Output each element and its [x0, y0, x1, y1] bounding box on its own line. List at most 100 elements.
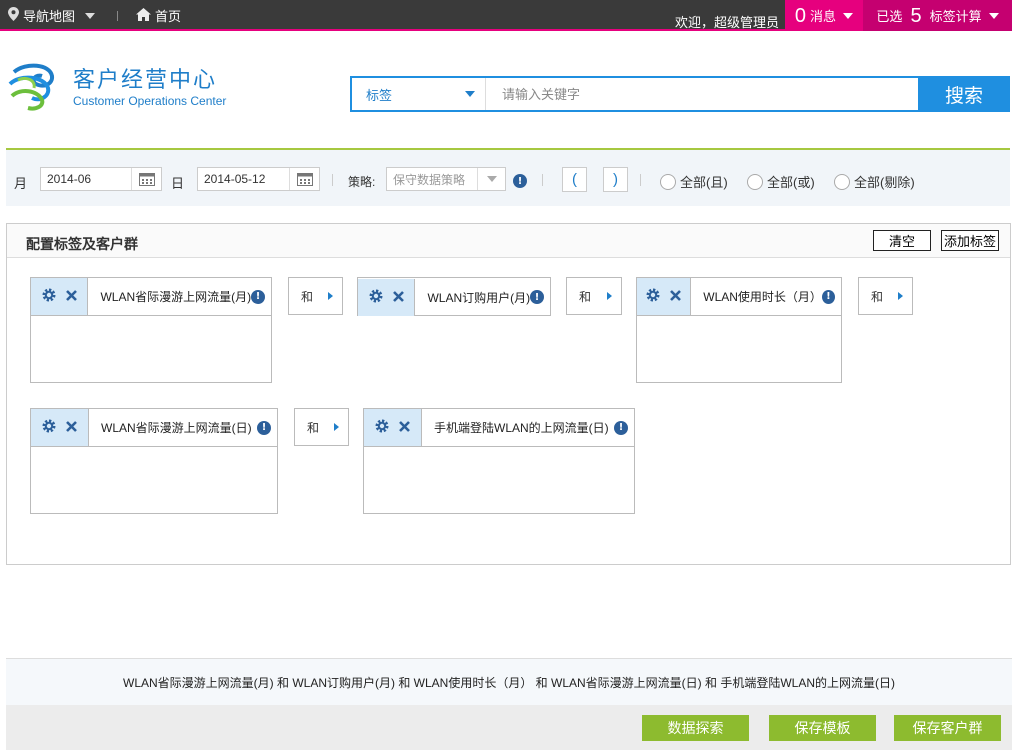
chevron-right-icon: [607, 292, 612, 300]
warning-icon[interactable]: !: [513, 174, 527, 188]
tag-calc-button[interactable]: 已选 5 标签计算: [863, 0, 1012, 31]
tag-label: WLAN省际漫游上网流量(日): [101, 421, 252, 435]
divider: [332, 174, 333, 186]
search-type-label: 标签: [366, 87, 393, 103]
selected-prefix: 已选: [876, 9, 903, 24]
calendar-icon[interactable]: [289, 168, 319, 190]
home-icon: [136, 7, 152, 24]
connector-select[interactable]: 和: [858, 277, 913, 315]
warning-icon[interactable]: !: [821, 289, 835, 304]
gear-icon[interactable]: [375, 419, 389, 436]
selected-count: 5: [910, 4, 922, 27]
save-customer-group-button[interactable]: 保存客户群: [894, 715, 1001, 741]
radio-label: 全部(或): [767, 175, 815, 190]
radio-label: 全部(且): [680, 175, 728, 190]
strategy-placeholder: 保守数据策略: [393, 172, 466, 187]
nav-map-menu[interactable]: 导航地图: [8, 6, 96, 25]
divider: [542, 174, 543, 186]
search-bar: 标签 搜索: [350, 76, 1010, 112]
footer-actions: 数据探索 保存模板 保存客户群: [6, 705, 1012, 750]
messages-label: 消息: [810, 9, 837, 24]
home-link[interactable]: 首页: [136, 6, 181, 25]
chevron-down-icon: [988, 12, 999, 19]
footer: WLAN省际漫游上网流量(月) 和 WLAN订购用户(月) 和 WLAN使用时长…: [6, 658, 1012, 750]
brand-logo: [6, 58, 60, 115]
connector-select[interactable]: 和: [294, 408, 349, 446]
radio-circle[interactable]: [747, 173, 763, 190]
strategy-select[interactable]: 保守数据策略: [386, 167, 506, 191]
radio-all-exclude[interactable]: 全部(剔除): [834, 172, 915, 191]
warning-icon[interactable]: !: [530, 290, 544, 304]
radio-all-and[interactable]: 全部(且): [660, 172, 728, 191]
tag-tools: [31, 409, 89, 446]
chevron-right-icon: [898, 292, 903, 300]
tag-tools: [31, 278, 89, 315]
warning-icon[interactable]: !: [257, 420, 271, 435]
tag-card[interactable]: WLAN订购用户(月) !: [357, 277, 551, 316]
tag-card[interactable]: WLAN省际漫游上网流量(月) !: [30, 277, 272, 383]
month-label: 月: [14, 176, 28, 191]
day-value: 2014-05-12: [204, 172, 266, 186]
chevron-down-icon: [477, 168, 505, 190]
month-picker[interactable]: 2014-06: [40, 167, 162, 191]
close-icon[interactable]: [65, 289, 77, 304]
divider: [640, 174, 641, 186]
warning-icon[interactable]: !: [251, 289, 265, 304]
tag-label: WLAN订购用户(月): [427, 290, 531, 305]
gear-icon[interactable]: [646, 288, 660, 305]
connector-label: 和: [871, 289, 884, 304]
panel-header: 配置标签及客户群 清空 添加标签: [7, 224, 1010, 258]
tag-card[interactable]: 手机端登陆WLAN的上网流量(日) !: [363, 408, 635, 514]
search-button[interactable]: 搜索: [918, 76, 1010, 112]
close-icon[interactable]: [392, 290, 404, 305]
tag-card[interactable]: WLAN使用时长（月） !: [636, 277, 842, 383]
panel-title: 配置标签及客户群: [26, 236, 138, 252]
tag-tools: [364, 409, 422, 446]
chevron-down-icon: [843, 12, 854, 19]
data-explore-button[interactable]: 数据探索: [642, 715, 749, 741]
location-pin-icon: [8, 7, 19, 24]
chevron-down-icon: [85, 12, 96, 19]
tag-tools: [637, 278, 692, 315]
close-icon[interactable]: [670, 289, 682, 304]
open-paren-button[interactable]: (: [562, 167, 587, 192]
tag-card-header: WLAN订购用户(月) !: [358, 278, 550, 316]
welcome-text: 欢迎，超级管理员: [675, 15, 780, 30]
clear-button[interactable]: 清空: [873, 230, 931, 251]
gear-icon[interactable]: [42, 288, 56, 305]
gear-icon[interactable]: [369, 289, 383, 306]
warning-icon[interactable]: !: [614, 420, 628, 435]
tag-card[interactable]: WLAN省际漫游上网流量(日) !: [30, 408, 278, 514]
tag-tools: [358, 278, 416, 316]
tag-label: WLAN省际漫游上网流量(月): [100, 290, 252, 304]
radio-label: 全部(剔除): [854, 175, 915, 190]
calendar-icon[interactable]: [131, 168, 161, 190]
tag-card-header: WLAN使用时长（月） !: [637, 278, 841, 316]
search-input[interactable]: [486, 78, 918, 110]
save-template-button[interactable]: 保存模板: [769, 715, 876, 741]
add-tag-button[interactable]: 添加标签: [941, 230, 999, 251]
chevron-down-icon: [465, 91, 475, 97]
search-type-select[interactable]: 标签: [352, 78, 486, 110]
close-icon[interactable]: [399, 420, 410, 435]
strategy-label: 策略:: [348, 175, 376, 189]
message-count: 0: [794, 4, 807, 27]
month-value: 2014-06: [47, 172, 92, 186]
connector-select[interactable]: 和: [288, 277, 343, 315]
close-paren-button[interactable]: ): [603, 167, 628, 192]
messages-button[interactable]: 0 消息: [785, 0, 863, 31]
tag-card-header: WLAN省际漫游上网流量(日) !: [31, 409, 277, 447]
brand-subtitle: Customer Operations Center: [73, 94, 227, 108]
radio-circle[interactable]: [834, 173, 850, 190]
day-picker[interactable]: 2014-05-12: [197, 167, 320, 191]
connector-label: 和: [307, 420, 320, 435]
nav-map-label: 导航地图: [23, 9, 76, 24]
chevron-right-icon: [328, 292, 333, 300]
close-icon[interactable]: [66, 420, 77, 435]
gear-icon[interactable]: [42, 419, 56, 436]
tag-expression: WLAN省际漫游上网流量(月) 和 WLAN订购用户(月) 和 WLAN使用时长…: [6, 659, 1012, 705]
radio-circle[interactable]: [660, 173, 676, 190]
connector-label: 和: [579, 289, 592, 304]
radio-all-or[interactable]: 全部(或): [747, 172, 815, 191]
connector-select[interactable]: 和: [566, 277, 622, 315]
